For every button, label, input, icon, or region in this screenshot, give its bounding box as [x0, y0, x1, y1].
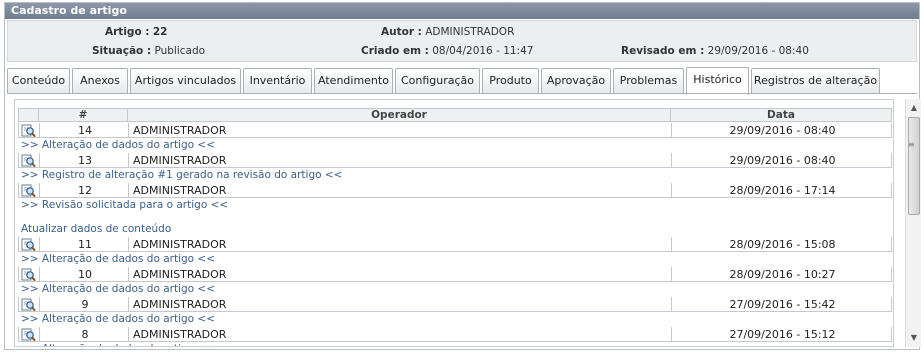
column-divider — [39, 267, 40, 282]
row-data: 27/09/2016 - 15:12 — [729, 328, 836, 341]
row-change-note: >> Alteração de dados do artigo << — [21, 139, 216, 151]
tab-historico[interactable]: Histórico — [686, 67, 749, 95]
row-operador: ADMINISTRADOR — [133, 124, 227, 137]
row-data: 29/09/2016 - 08:40 — [729, 124, 836, 137]
column-divider — [128, 237, 129, 252]
header-num: # — [39, 109, 128, 121]
column-divider — [128, 183, 129, 198]
row-change-note: >> Revisão solicitada para o artigo << — [21, 199, 229, 211]
row-change-detail: Atualizar dados de conteúdo — [21, 223, 172, 235]
row-number: 14 — [78, 124, 92, 137]
article-panel: Cadastro de artigo Artigo : 22 Autor : A… — [4, 2, 921, 350]
history-content: # Operador Data 14 ADMINISTRADOR 29/09/201… — [14, 99, 894, 347]
row-data: 28/09/2016 - 10:27 — [729, 268, 836, 281]
scroll-grip-icon: ≡ — [908, 140, 915, 149]
header-data: Data — [767, 109, 795, 121]
tab-atendimento[interactable]: Atendimento — [314, 68, 393, 94]
magnifier-document-icon[interactable] — [21, 154, 37, 168]
header-operador: Operador — [128, 109, 671, 121]
magnifier-document-icon[interactable] — [21, 238, 37, 252]
magnifier-document-icon[interactable] — [21, 298, 37, 312]
column-divider — [39, 297, 40, 312]
grid-header: # Operador Data — [18, 108, 892, 122]
row-data: 28/09/2016 - 15:08 — [729, 238, 836, 251]
table-row: 12 ADMINISTRADOR 28/09/2016 - 17:14 — [18, 183, 892, 198]
panel-title: Cadastro de artigo — [5, 3, 919, 19]
article-info: Artigo : 22 Autor : ADMINISTRADOR Situaç… — [7, 20, 917, 62]
criado-label: Criado em : — [361, 45, 429, 57]
row-operador: ADMINISTRADOR — [133, 154, 227, 167]
tab-registros-de-alteracao[interactable]: Registros de alteração — [751, 68, 880, 94]
row-number: 11 — [78, 238, 92, 251]
row-operador: ADMINISTRADOR — [133, 238, 227, 251]
situacao-label: Situação : — [92, 45, 152, 57]
autor-label: Autor : — [381, 26, 422, 38]
column-divider — [128, 327, 129, 342]
row-data: 28/09/2016 - 17:14 — [729, 184, 836, 197]
criado-value: 08/04/2016 - 11:47 — [432, 45, 534, 57]
row-number: 13 — [78, 154, 92, 167]
table-row: 9 ADMINISTRADOR 27/09/2016 - 15:42 — [18, 297, 892, 312]
magnifier-document-icon[interactable] — [21, 268, 37, 282]
row-change-note: >> Alteração de dados do artigo << — [21, 283, 216, 295]
table-row: 13 ADMINISTRADOR 29/09/2016 - 08:40 — [18, 153, 892, 168]
tab-aprovacao[interactable]: Aprovação — [541, 68, 611, 94]
header-icon-col — [19, 109, 39, 121]
magnifier-document-icon[interactable] — [21, 328, 37, 342]
column-divider — [39, 237, 40, 252]
column-divider — [39, 123, 40, 138]
column-divider — [128, 297, 129, 312]
scrollbar-thumb[interactable] — [908, 117, 920, 215]
tab-conteudo[interactable]: Conteúdo — [7, 68, 70, 94]
row-change-note: >> Alteração de dados do artigo << — [21, 253, 216, 265]
row-data: 29/09/2016 - 08:40 — [729, 154, 836, 167]
autor-value: ADMINISTRADOR — [425, 26, 515, 38]
situacao-value: Publicado — [154, 45, 206, 57]
column-divider — [39, 153, 40, 168]
row-operador: ADMINISTRADOR — [133, 184, 227, 197]
tab-produto[interactable]: Produto — [482, 68, 539, 94]
tab-problemas[interactable]: Problemas — [613, 68, 684, 94]
column-divider — [39, 327, 40, 342]
column-divider — [39, 183, 40, 198]
row-change-note: >> Alteração de dados do artigo << — [21, 313, 216, 325]
revisado-label: Revisado em : — [621, 45, 705, 57]
artigo-label: Artigo : — [105, 26, 150, 38]
row-number: 8 — [81, 328, 89, 341]
revisado-value: 29/09/2016 - 08:40 — [707, 45, 809, 57]
row-number: 12 — [78, 184, 92, 197]
column-divider — [128, 153, 129, 168]
arrow-down-icon[interactable]: ▼ — [906, 331, 922, 345]
column-divider — [128, 123, 129, 138]
tab-inventario[interactable]: Inventário — [243, 68, 312, 94]
table-row: 14 ADMINISTRADOR 29/09/2016 - 08:40 — [18, 123, 892, 138]
row-number: 9 — [81, 298, 89, 311]
tab-configuracao[interactable]: Configuração — [395, 68, 480, 94]
row-operador: ADMINISTRADOR — [133, 268, 227, 281]
row-number: 10 — [78, 268, 92, 281]
artigo-value: 22 — [152, 26, 168, 38]
row-change-note: >> Alteração de dados do artigo << — [21, 343, 215, 346]
row-operador: ADMINISTRADOR — [133, 328, 227, 341]
tab-anexos[interactable]: Anexos — [72, 68, 128, 94]
table-row: 11 ADMINISTRADOR 28/09/2016 - 15:08 — [18, 237, 892, 252]
magnifier-document-icon[interactable] — [21, 184, 37, 198]
row-operador: ADMINISTRADOR — [133, 298, 227, 311]
vertical-scrollbar[interactable]: ▲ ≡ ▼ — [905, 99, 921, 347]
tabs-divider — [7, 93, 917, 94]
table-row: 8 ADMINISTRADOR 27/09/2016 - 15:12 — [18, 327, 892, 342]
row-change-note: >> Registro de alteração #1 gerado na re… — [21, 169, 343, 181]
magnifier-document-icon[interactable] — [21, 124, 37, 138]
tab-bar: Conteúdo Anexos Artigos vinculados Inven… — [7, 67, 919, 95]
tab-artigos-vinculados[interactable]: Artigos vinculados — [130, 68, 241, 94]
arrow-up-icon[interactable]: ▲ — [906, 101, 922, 115]
column-divider — [128, 267, 129, 282]
table-row: 10 ADMINISTRADOR 28/09/2016 - 10:27 — [18, 267, 892, 282]
row-data: 27/09/2016 - 15:42 — [729, 298, 836, 311]
